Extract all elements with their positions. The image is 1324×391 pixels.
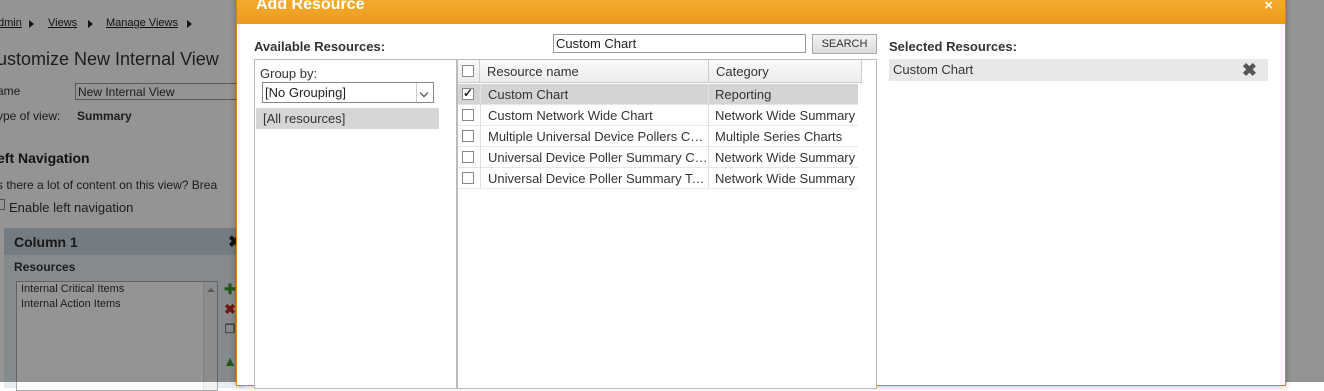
dialog-header: Add Resource ×: [237, 0, 1285, 24]
chevron-down-icon[interactable]: [416, 83, 433, 102]
search-button[interactable]: SEARCH: [812, 34, 877, 54]
table-row[interactable]: Universal Device Poller Summary Chart Ne…: [458, 147, 858, 168]
category-cell: Reporting: [715, 87, 772, 102]
category-cell: Network Wide Summary: [715, 150, 856, 165]
resource-table: Resource name Category Custom Chart Repo…: [457, 59, 877, 389]
select-all-checkbox[interactable]: [462, 65, 474, 77]
table-row[interactable]: Multiple Universal Device Pollers Chart …: [458, 126, 858, 147]
group-by-value: [No Grouping]: [265, 85, 346, 100]
row-checkbox[interactable]: [462, 109, 474, 121]
table-row[interactable]: Custom Network Wide Chart Network Wide S…: [458, 105, 858, 126]
category-cell: Multiple Series Charts: [715, 129, 843, 144]
row-checkbox[interactable]: [462, 151, 474, 163]
group-by-panel: Group by: [No Grouping] [All resources]: [254, 59, 457, 389]
resource-name-cell: Custom Network Wide Chart: [480, 105, 709, 126]
remove-icon[interactable]: ✖: [1242, 60, 1257, 81]
table-row[interactable]: Custom Chart Reporting: [458, 84, 858, 105]
row-checkbox[interactable]: [462, 172, 474, 184]
resource-name-cell: Universal Device Poller Summary Table: [480, 168, 709, 189]
search-input[interactable]: [553, 34, 806, 53]
column-header-category[interactable]: Category: [709, 60, 862, 83]
column-header-resource-name[interactable]: Resource name: [480, 60, 709, 83]
category-cell: Network Wide Summary: [715, 108, 856, 123]
selected-resource-label: Custom Chart: [893, 62, 974, 77]
all-resources-label: [All resources]: [263, 111, 346, 126]
table-row[interactable]: Universal Device Poller Summary Table Ne…: [458, 168, 858, 189]
resource-name-cell: Custom Chart: [480, 84, 709, 105]
close-icon[interactable]: ×: [1264, 0, 1273, 14]
row-checkbox[interactable]: [462, 130, 474, 142]
available-resources-label: Available Resources:: [254, 39, 386, 54]
category-cell: Network Wide Summary: [715, 171, 856, 186]
row-checkbox[interactable]: [462, 86, 474, 100]
resource-name-cell: Universal Device Poller Summary Chart: [480, 147, 709, 168]
selected-resources-label: Selected Resources:: [889, 39, 1017, 54]
table-header: Resource name Category: [458, 60, 862, 83]
group-by-label: Group by:: [260, 66, 318, 81]
selected-resource-item[interactable]: Custom Chart ✖: [889, 59, 1268, 81]
add-resource-dialog: Add Resource × Available Resources: SEAR…: [236, 0, 1286, 389]
group-by-select[interactable]: [No Grouping]: [262, 82, 434, 103]
dialog-title: Add Resource: [256, 0, 365, 13]
all-resources-item[interactable]: [All resources]: [256, 108, 439, 129]
resource-name-cell: Multiple Universal Device Pollers Chart: [480, 126, 709, 147]
select-all-cell: [458, 60, 480, 83]
